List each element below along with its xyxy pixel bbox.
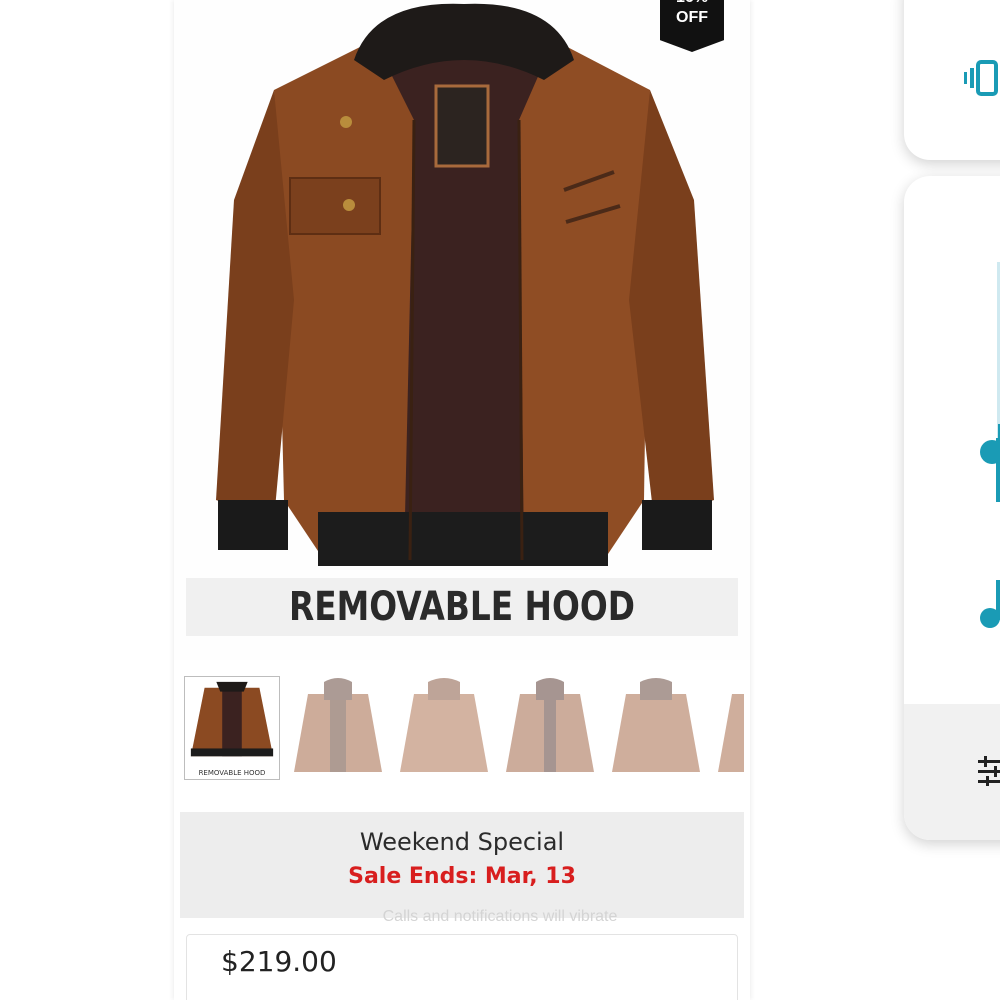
jacket-thumbnail-image (612, 678, 700, 772)
thumbnail-1[interactable]: REMOVABLE HOOD (184, 676, 280, 780)
jacket-thumbnail-image (294, 678, 382, 772)
price-box: $219.00 (186, 934, 738, 1000)
discount-badge-label: OFF (676, 9, 708, 26)
thumbnail-3[interactable] (396, 676, 492, 780)
equalizer-settings-icon[interactable] (978, 756, 1000, 786)
vibrate-toast: Calls and notifications will vibrate (382, 908, 618, 925)
thumbnail-4[interactable] (502, 676, 598, 780)
thumbnail-caption: REMOVABLE HOOD (198, 769, 266, 777)
product-card: 16% OFF REMOVABLE HOOD REMOVABLE HOOD (174, 0, 750, 1000)
thumbnail-strip[interactable]: REMOVABLE HOOD (184, 676, 744, 780)
promo-sale-end: Sale Ends: Mar, 13 (348, 864, 576, 889)
thumbnail-6[interactable] (714, 676, 744, 780)
product-price: $219.00 (221, 945, 337, 978)
discount-badge-percent: 16% (660, 0, 724, 8)
jacket-thumbnail-image (400, 678, 488, 772)
jacket-thumbnail-image (506, 678, 594, 772)
ring-volume-icon (980, 424, 1000, 484)
product-main-image[interactable]: 16% OFF REMOVABLE HOOD (174, 0, 750, 660)
jacket-thumbnail-image (190, 681, 274, 757)
promo-box: Weekend Special Sale Ends: Mar, 13 (180, 812, 744, 918)
music-note-icon (980, 580, 1000, 628)
thumbnail-2[interactable] (290, 676, 386, 780)
image-banner: REMOVABLE HOOD (186, 578, 738, 636)
thumbnail-5[interactable] (608, 676, 704, 780)
volume-panel (904, 176, 1000, 840)
jacket-illustration (216, 3, 714, 566)
vibrate-icon[interactable] (964, 58, 1000, 98)
jacket-thumbnail-image (718, 694, 744, 772)
image-banner-text: REMOVABLE HOOD (288, 584, 636, 630)
ringer-mode-panel (904, 0, 1000, 160)
promo-title: Weekend Special (359, 828, 565, 856)
panel-footer (904, 704, 1000, 840)
